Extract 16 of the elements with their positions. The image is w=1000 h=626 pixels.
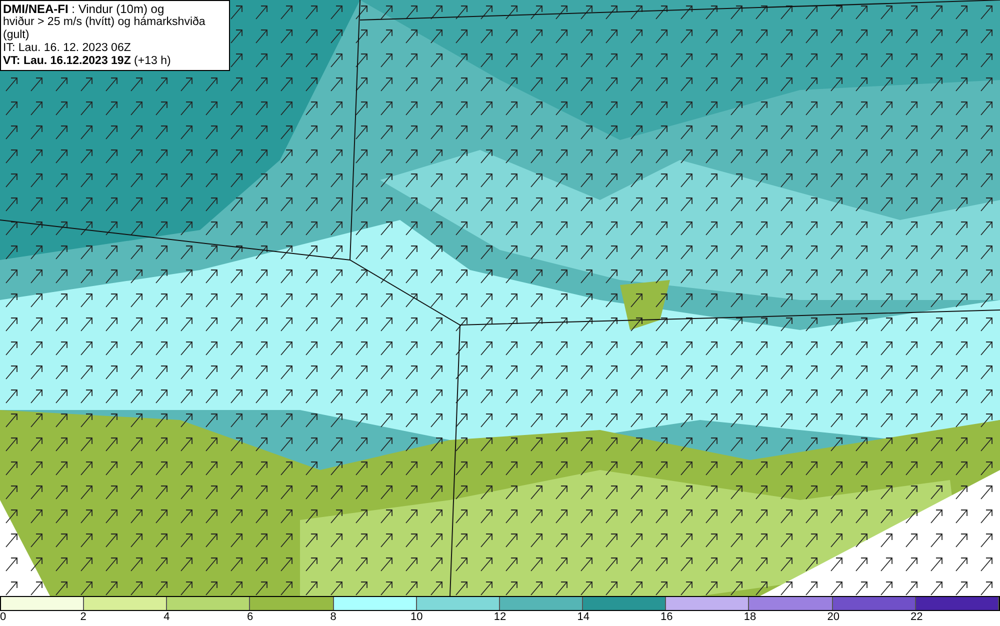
legend-tick-label: 16 xyxy=(660,611,673,623)
legend-tick-label: 10 xyxy=(410,611,423,623)
legend-tick-label: 6 xyxy=(246,611,254,623)
legend-tick-label: 4 xyxy=(164,611,170,623)
legend-tick-label: 18 xyxy=(744,611,756,623)
legend-tick-label: 12 xyxy=(494,611,506,623)
legend-tick-label: 22 xyxy=(910,611,923,623)
legend-tick-label: 8 xyxy=(330,611,336,623)
valid-time-text: VT: Lau. 16.12.2023 19Z (+13 h) xyxy=(3,55,172,68)
legend-tick-label: 2 xyxy=(80,611,86,623)
title-text: DMI/NEA-FI : Vindur (10m) og xyxy=(3,3,166,16)
issue-time-text: IT: Lau. 16. 12. 2023 06Z xyxy=(3,42,132,55)
legend-tick-label: 14 xyxy=(577,611,590,623)
legend-tick-label: 0 xyxy=(0,611,6,623)
subtitle-text: hviður > 25 m/s (hvítt) og hámarkshviða (gult) xyxy=(3,16,206,42)
legend-tick-label: 20 xyxy=(827,611,840,623)
